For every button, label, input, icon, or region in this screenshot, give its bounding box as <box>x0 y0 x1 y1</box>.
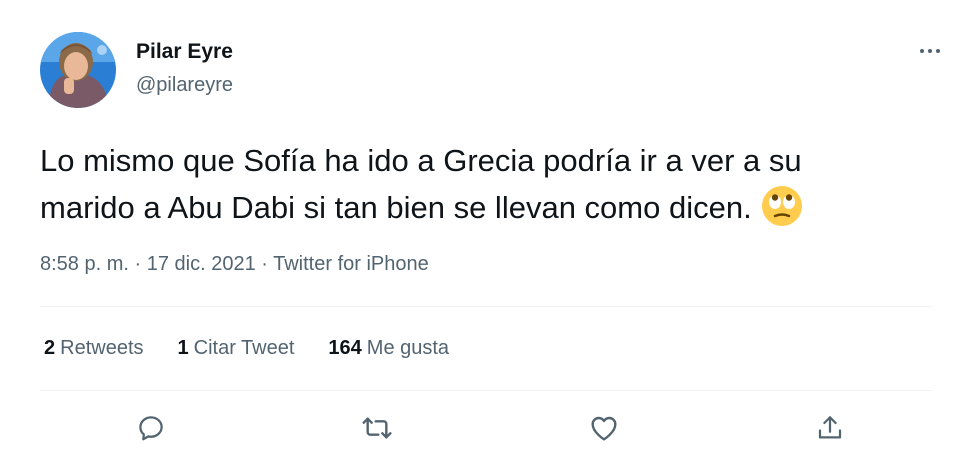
author-handle[interactable]: @pilareyre <box>136 74 233 97</box>
quotes-stat[interactable]: 1 Citar Tweet <box>178 337 295 360</box>
rolling-eyes-emoji-icon <box>760 184 804 228</box>
meta-separator: · <box>255 253 274 275</box>
likes-count: 164 <box>328 337 362 359</box>
retweets-stat[interactable]: 2 Retweets <box>44 337 144 360</box>
quotes-count: 1 <box>177 337 189 359</box>
likes-stat[interactable]: 164 Me gusta <box>328 337 449 360</box>
tweet-time[interactable]: 8:58 p. m. <box>40 253 129 275</box>
reply-button[interactable] <box>134 411 168 445</box>
share-icon <box>818 416 842 439</box>
divider <box>40 306 932 307</box>
reply-icon <box>139 416 163 441</box>
likes-label: Me gusta <box>366 337 450 359</box>
share-button[interactable] <box>813 411 847 445</box>
more-options-icon[interactable] <box>912 38 948 64</box>
like-icon <box>591 416 617 441</box>
tweet-card: Pilar Eyre @pilareyre Lo mismo que Sofía… <box>0 0 973 472</box>
retweet-icon <box>362 417 392 439</box>
tweet-meta: 8:58 p. m. · 17 dic. 2021 · Twitter for … <box>40 253 429 276</box>
tweet-text: Lo mismo que Sofía ha ido a Grecia podrí… <box>40 138 940 231</box>
tweet-date[interactable]: 17 dic. 2021 <box>147 253 256 275</box>
tweet-text-line-2: marido a Abu Dabi si tan bien se llevan … <box>40 184 940 231</box>
avatar[interactable] <box>40 32 116 108</box>
tweet-source[interactable]: Twitter for iPhone <box>273 253 429 275</box>
tweet-stats: 2 Retweets 1 Citar Tweet 164 Me gusta <box>44 337 483 360</box>
author-name[interactable]: Pilar Eyre <box>136 40 233 64</box>
like-button[interactable] <box>587 411 621 445</box>
retweet-button[interactable] <box>360 411 394 445</box>
quotes-label: Citar Tweet <box>193 337 295 359</box>
meta-separator: · <box>128 253 147 275</box>
retweets-label: Retweets <box>60 337 144 359</box>
retweets-count: 2 <box>44 337 56 359</box>
tweet-text-line-1: Lo mismo que Sofía ha ido a Grecia podrí… <box>40 143 802 178</box>
avatar-image <box>40 32 116 108</box>
divider <box>40 390 932 391</box>
